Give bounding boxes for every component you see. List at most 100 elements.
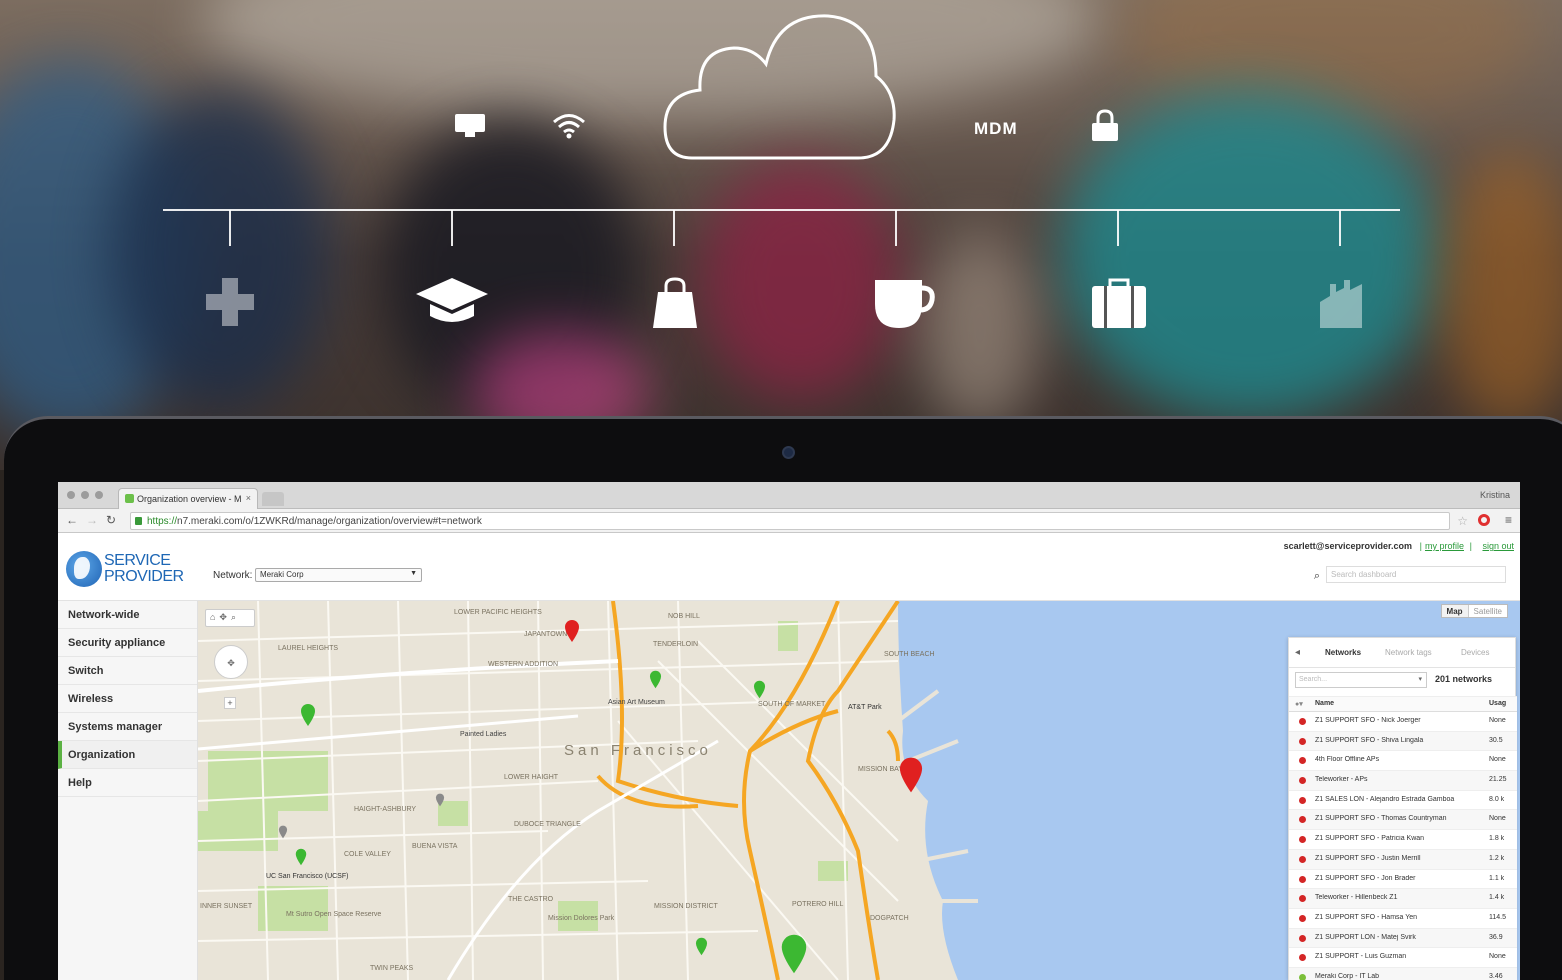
sidebar-item-help[interactable]: Help bbox=[58, 769, 197, 797]
sidebar-item-switch[interactable]: Switch bbox=[58, 657, 197, 685]
table-row[interactable]: Z1 SUPPORT - Luis Guzman None bbox=[1289, 948, 1517, 968]
network-name[interactable]: Z1 SALES LON - Alejandro Estrada Gamboa bbox=[1315, 796, 1485, 803]
network-label: Network: bbox=[213, 570, 253, 581]
network-name[interactable]: Z1 SUPPORT SFO - Justin Merrill bbox=[1315, 855, 1485, 862]
new-tab-button[interactable] bbox=[262, 492, 284, 506]
network-name[interactable]: Meraki Corp - IT Lab bbox=[1315, 973, 1485, 980]
network-name[interactable]: Teleworker - Hillenbeck Z1 bbox=[1315, 894, 1485, 901]
sidebar-item-security-appliance[interactable]: Security appliance bbox=[58, 629, 197, 657]
status-column-icon[interactable]: ●▾ bbox=[1295, 700, 1303, 708]
network-pin-offline[interactable] bbox=[564, 619, 580, 643]
status-dot-icon bbox=[1299, 934, 1306, 942]
secure-lock-icon bbox=[135, 517, 142, 525]
dashboard-search-input[interactable]: Search dashboard bbox=[1326, 566, 1506, 583]
window-close-button[interactable] bbox=[67, 491, 75, 499]
network-usage: None bbox=[1489, 756, 1506, 764]
sidebar-item-network-wide[interactable]: Network-wide bbox=[58, 601, 197, 629]
laptop-screen: Organization overview - M × Kristina ← →… bbox=[58, 482, 1520, 980]
table-row[interactable]: Z1 SUPPORT SFO - Nick Joerger None bbox=[1289, 712, 1517, 732]
back-arrow-icon[interactable]: ← bbox=[66, 513, 78, 527]
network-name[interactable]: 4th Floor Offline APs bbox=[1315, 756, 1485, 763]
browser-tab[interactable]: Organization overview - M × bbox=[118, 488, 258, 509]
status-dot-icon bbox=[1299, 816, 1306, 824]
network-pin-unknown[interactable] bbox=[278, 825, 288, 839]
table-row[interactable]: Z1 SUPPORT SFO - Jon Brader 1.1 k bbox=[1289, 869, 1517, 890]
table-row[interactable]: Teleworker - APs 21.25 bbox=[1289, 771, 1517, 791]
tab-networks[interactable]: Networks bbox=[1325, 648, 1361, 657]
shopping-bag-icon bbox=[653, 277, 697, 328]
sidebar-item-wireless[interactable]: Wireless bbox=[58, 685, 197, 713]
network-name[interactable]: Teleworker - APs bbox=[1315, 776, 1485, 783]
network-pin-online[interactable] bbox=[649, 670, 662, 689]
network-name[interactable]: Z1 SUPPORT SFO - Patricia Kwan bbox=[1315, 835, 1485, 842]
window-minimize-button[interactable] bbox=[81, 491, 89, 499]
map-label: WESTERN ADDITION bbox=[488, 661, 559, 668]
map-view-button[interactable]: Map bbox=[1441, 605, 1468, 617]
tab-devices[interactable]: Devices bbox=[1461, 648, 1489, 657]
network-usage: 1.2 k bbox=[1489, 854, 1505, 862]
browser-profile-name[interactable]: Kristina bbox=[1480, 490, 1510, 500]
column-header-name[interactable]: Name bbox=[1315, 700, 1334, 707]
factory-icon bbox=[1320, 280, 1362, 328]
map-tools[interactable]: ⌂✥⌕ bbox=[205, 609, 255, 627]
satellite-view-button[interactable]: Satellite bbox=[1467, 605, 1507, 617]
window-maximize-button[interactable] bbox=[95, 491, 103, 499]
forward-arrow-icon[interactable]: → bbox=[86, 513, 98, 527]
table-row[interactable]: Z1 SUPPORT SFO - Patricia Kwan 1.8 k bbox=[1289, 830, 1517, 850]
wifi-icon bbox=[553, 114, 585, 139]
network-pin-online[interactable] bbox=[300, 703, 316, 727]
network-name[interactable]: Z1 SUPPORT SFO - Shiva Lingala bbox=[1315, 737, 1485, 744]
network-usage: None bbox=[1489, 815, 1506, 823]
map-label: DOGPATCH bbox=[870, 915, 909, 922]
my-profile-link[interactable]: my profile bbox=[1425, 541, 1464, 551]
networks-search-input[interactable]: Search... ▾ bbox=[1295, 672, 1427, 688]
network-name[interactable]: Z1 SUPPORT SFO - Jon Brader bbox=[1315, 875, 1485, 882]
brand-logo[interactable]: SERVICE PROVIDER bbox=[104, 553, 184, 585]
table-row[interactable]: Z1 SALES LON - Alejandro Estrada Gamboa 8… bbox=[1289, 790, 1517, 811]
url-scheme: https:// bbox=[147, 516, 178, 527]
table-row[interactable]: Z1 SUPPORT SFO - Shiva Lingala 30.5 bbox=[1289, 731, 1517, 752]
tab-network-tags[interactable]: Network tags bbox=[1385, 648, 1432, 657]
status-dot-icon bbox=[1299, 796, 1306, 804]
network-name[interactable]: Z1 SUPPORT SFO - Hamsa Yen bbox=[1315, 914, 1485, 921]
table-row[interactable]: Z1 SUPPORT LON - Matej Svirk 36.9 bbox=[1289, 928, 1517, 949]
globe-logo-icon[interactable] bbox=[66, 551, 102, 587]
map-pan-control[interactable]: ✥ bbox=[214, 645, 248, 679]
column-header-usage[interactable]: Usag bbox=[1489, 700, 1506, 707]
map-zoom-in-button[interactable]: + bbox=[224, 697, 236, 709]
table-row[interactable]: Z1 SUPPORT SFO - Thomas Countryman None bbox=[1289, 810, 1517, 831]
sign-out-link[interactable]: sign out bbox=[1482, 541, 1514, 551]
table-row[interactable]: Z1 SUPPORT SFO - Justin Merrill 1.2 k bbox=[1289, 849, 1517, 870]
reload-icon[interactable]: ↻ bbox=[106, 513, 116, 527]
network-pin-online[interactable] bbox=[295, 848, 307, 866]
meraki-favicon-icon bbox=[125, 494, 134, 503]
network-name[interactable]: Z1 SUPPORT SFO - Thomas Countryman bbox=[1315, 815, 1485, 822]
address-bar[interactable]: https://n7.meraki.com/o/1ZWKRd/manage/or… bbox=[130, 512, 1450, 530]
hamburger-menu-icon[interactable]: ≡ bbox=[1505, 513, 1512, 527]
network-name[interactable]: Z1 SUPPORT LON - Matej Svirk bbox=[1315, 934, 1485, 941]
network-select-value: Meraki Corp bbox=[260, 570, 304, 579]
sidebar-item-systems-manager[interactable]: Systems manager bbox=[58, 713, 197, 741]
network-map[interactable]: LOWER PACIFIC HEIGHTS JAPANTOWN TENDERLO… bbox=[198, 601, 1520, 980]
scene: { "overlay": { "mdm_label": "MDM", "icon… bbox=[0, 0, 1562, 980]
tab-title: Organization overview - M bbox=[137, 494, 242, 504]
sidebar-item-organization[interactable]: Organization bbox=[58, 741, 197, 769]
network-pin-offline[interactable] bbox=[898, 756, 924, 794]
table-row[interactable]: Z1 SUPPORT SFO - Hamsa Yen 114.5 bbox=[1289, 908, 1517, 929]
network-select[interactable]: Meraki Corp ▼ bbox=[255, 568, 422, 582]
table-row[interactable]: Meraki Corp - IT Lab 3.46 bbox=[1289, 967, 1517, 980]
network-usage: 114.5 bbox=[1489, 913, 1506, 921]
network-name[interactable]: Z1 SUPPORT - Luis Guzman bbox=[1315, 953, 1485, 960]
table-row[interactable]: Teleworker - Hillenbeck Z1 1.4 k bbox=[1289, 889, 1517, 909]
tab-close-icon[interactable]: × bbox=[246, 493, 251, 503]
network-pin-online[interactable] bbox=[780, 933, 808, 975]
network-pin-unknown[interactable] bbox=[435, 793, 445, 807]
map-label: TENDERLOIN bbox=[653, 641, 699, 648]
network-pin-online[interactable] bbox=[695, 937, 708, 956]
table-row[interactable]: 4th Floor Offline APs None bbox=[1289, 751, 1517, 772]
network-name[interactable]: Z1 SUPPORT SFO - Nick Joerger bbox=[1315, 717, 1485, 724]
bookmark-star-icon[interactable]: ☆ bbox=[1457, 514, 1468, 528]
network-pin-online[interactable] bbox=[753, 680, 766, 699]
collapse-panel-icon[interactable]: ◂ bbox=[1295, 647, 1300, 658]
opera-icon[interactable] bbox=[1478, 514, 1490, 526]
